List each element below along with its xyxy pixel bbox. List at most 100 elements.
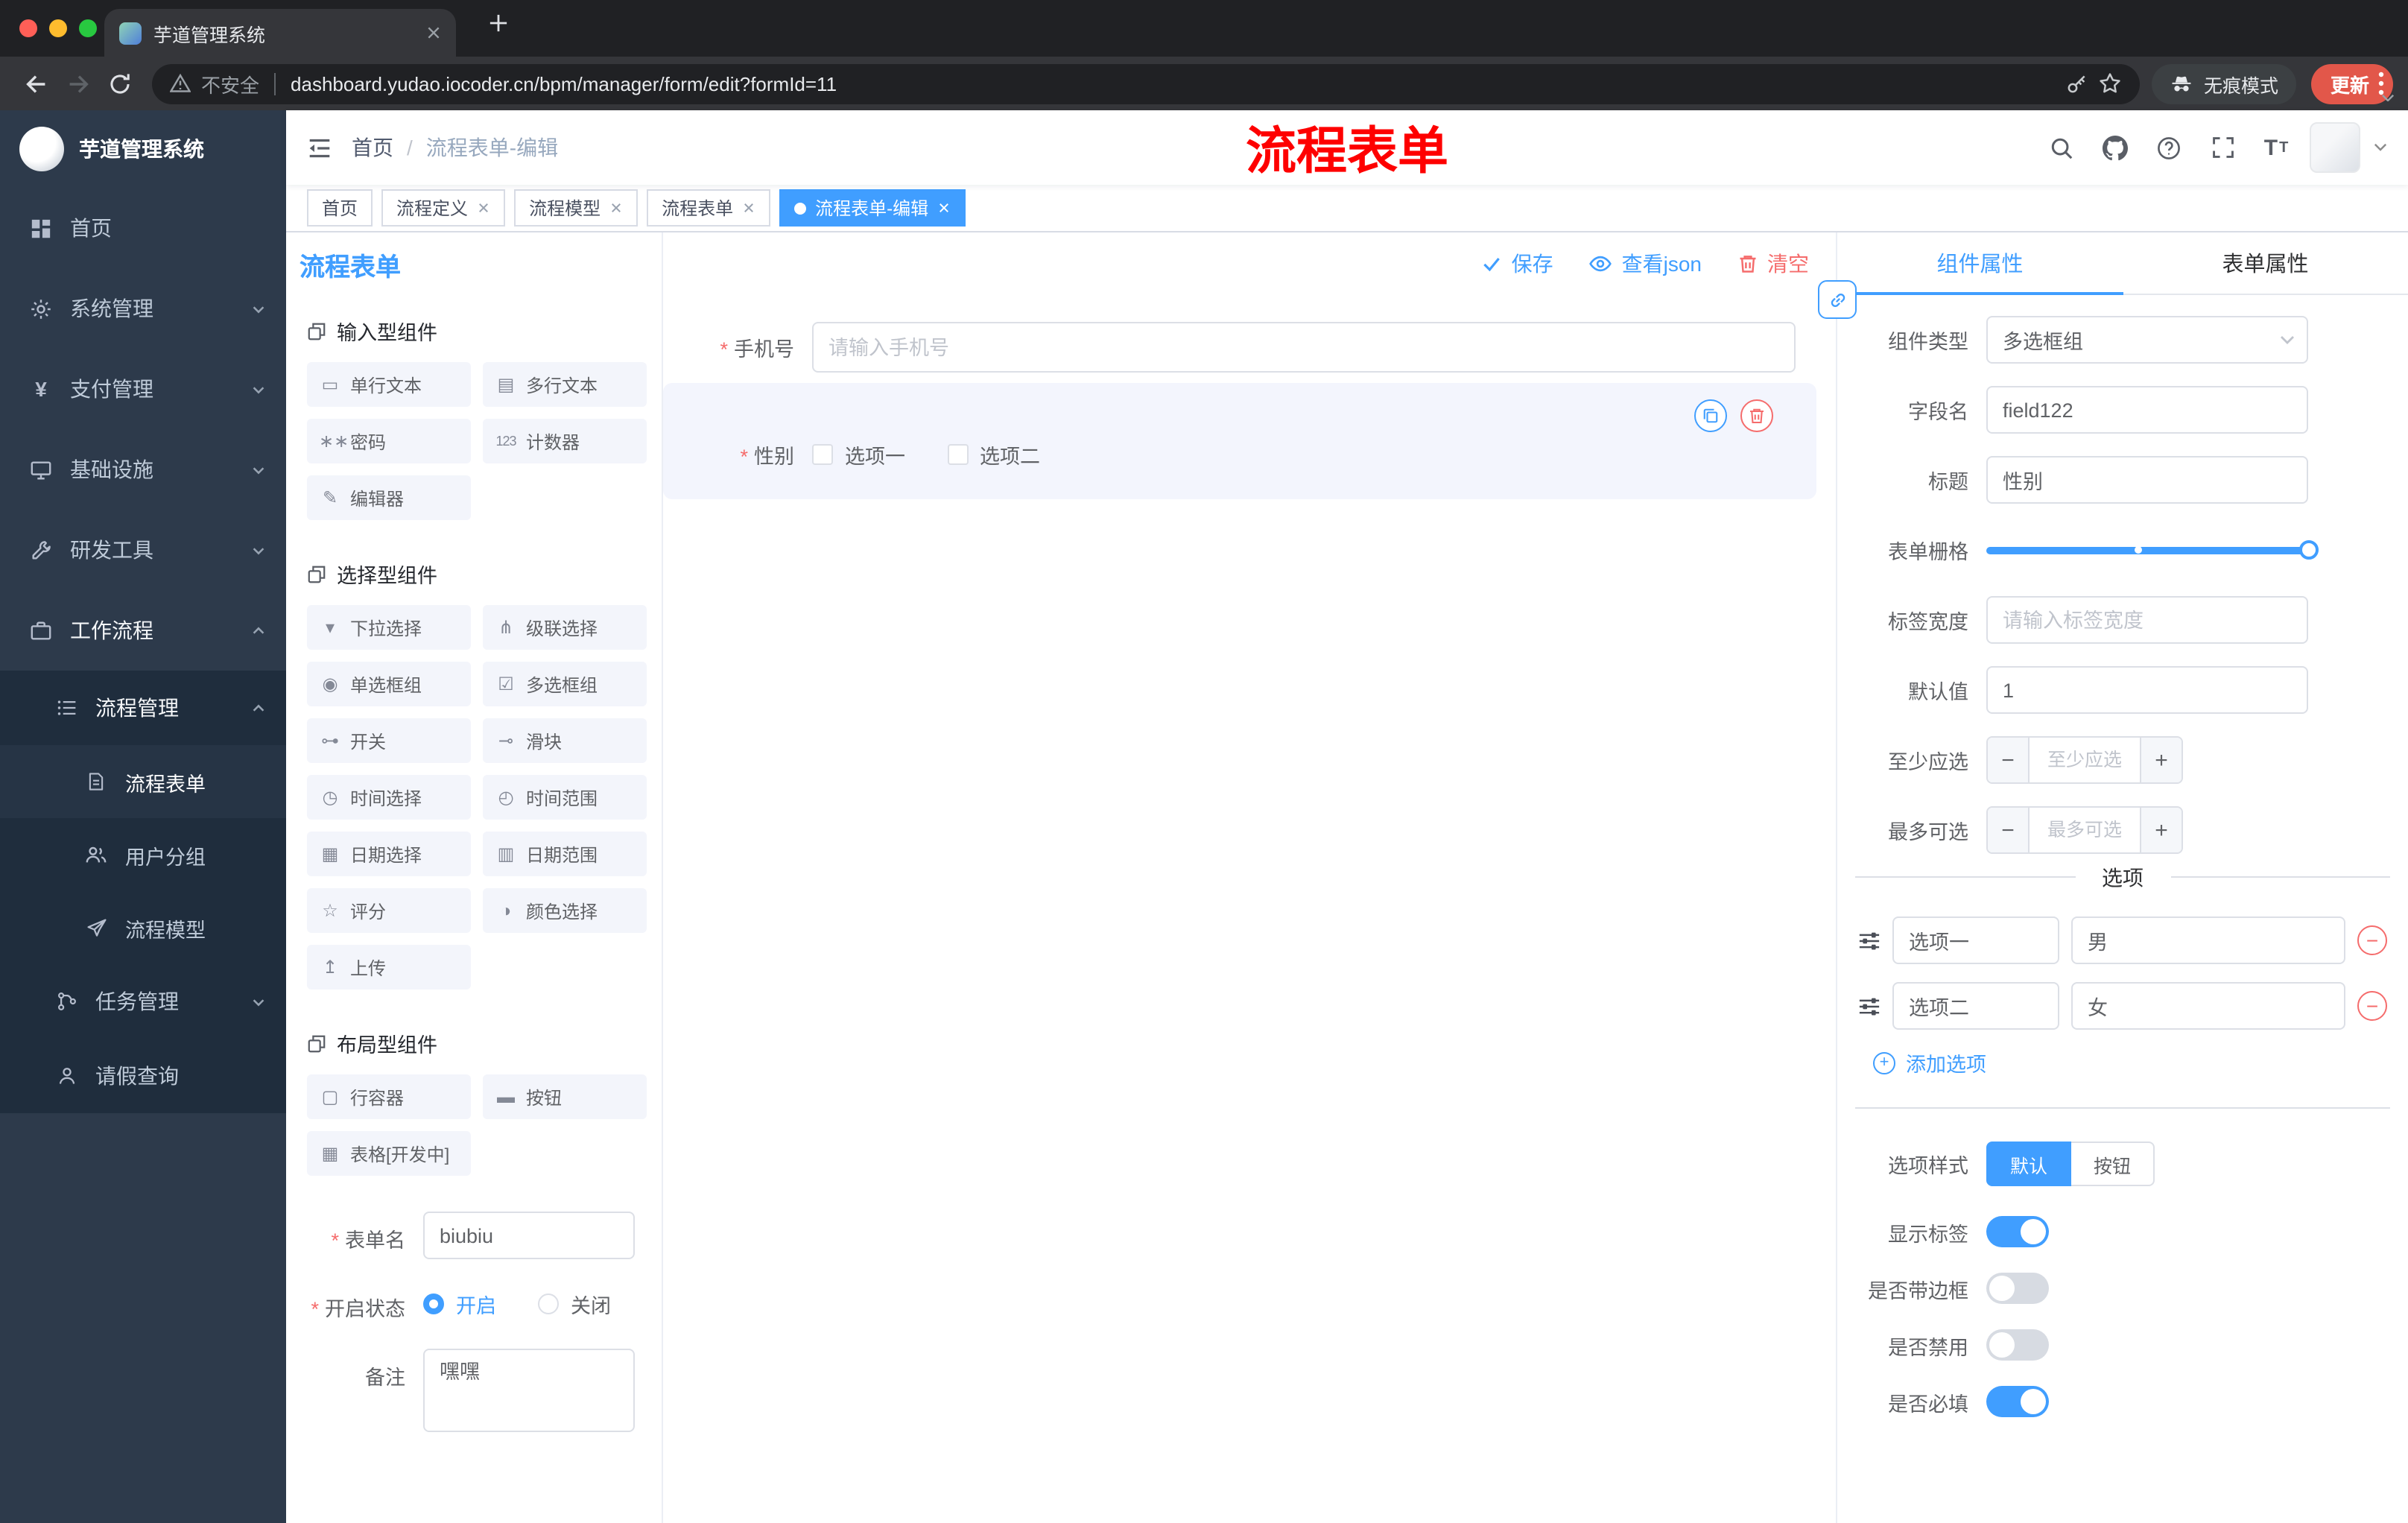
style-default-button[interactable]: 默认 — [1986, 1142, 2072, 1186]
palette-item-radio-group[interactable]: ◉ 单选框组 — [307, 662, 471, 706]
search-icon[interactable] — [2041, 127, 2082, 168]
sidebar-item-task-management[interactable]: 任务管理 — [0, 964, 286, 1039]
palette-item-multi-line-text[interactable]: ▤ 多行文本 — [483, 362, 647, 407]
show-label-switch[interactable] — [1986, 1216, 2049, 1247]
copy-field-button[interactable] — [1694, 399, 1727, 432]
app-logo[interactable]: 芋道管理系统 — [0, 110, 286, 188]
tag-process-definition[interactable]: 流程定义 — [381, 189, 506, 227]
font-size-icon[interactable]: TT — [2256, 127, 2296, 168]
link-icon-button[interactable] — [1818, 280, 1857, 319]
decrease-button[interactable]: − — [1988, 738, 2030, 782]
canvas-field-gender[interactable]: 性别 选项一 选项二 — [663, 383, 1816, 499]
palette-item-editor[interactable]: ✎ 编辑器 — [307, 475, 471, 520]
palette-item-row-container[interactable]: ▢ 行容器 — [307, 1074, 471, 1119]
required-switch[interactable] — [1986, 1386, 2049, 1417]
palette-item-date-range[interactable]: ▥ 日期范围 — [483, 832, 647, 876]
label-width-input[interactable] — [1986, 596, 2308, 644]
view-json-button[interactable]: 查看json — [1589, 249, 1702, 279]
tag-close-icon[interactable] — [937, 201, 951, 215]
palette-item-color-picker[interactable]: ◑ 颜色选择 — [483, 888, 647, 933]
browser-tab[interactable]: 芋道管理系统 — [104, 9, 456, 57]
remove-option-button[interactable]: − — [2357, 991, 2387, 1021]
sidebar-toggle[interactable] — [286, 110, 352, 185]
form-canvas[interactable]: 手机号 性别 选项一 选项二 — [663, 295, 1836, 1523]
password-key-icon[interactable] — [2065, 72, 2088, 95]
remove-option-button[interactable]: − — [2357, 925, 2387, 955]
palette-item-slider[interactable]: ⊸ 滑块 — [483, 718, 647, 763]
new-tab-button[interactable] — [477, 1, 519, 43]
max-select-input[interactable] — [2030, 808, 2140, 852]
palette-item-counter[interactable]: 123 计数器 — [483, 419, 647, 463]
decrease-button[interactable]: − — [1988, 808, 2030, 852]
slider-handle[interactable] — [2299, 540, 2319, 560]
palette-item-checkbox-group[interactable]: ☑ 多选框组 — [483, 662, 647, 706]
status-off-radio[interactable]: 关闭 — [538, 1289, 611, 1319]
toolbar-chevron-icon[interactable] — [2381, 94, 2395, 102]
increase-button[interactable]: + — [2140, 808, 2182, 852]
add-option-button[interactable]: + 添加选项 — [1873, 1048, 2408, 1077]
palette-item-time-picker[interactable]: ◷ 时间选择 — [307, 775, 471, 820]
clear-button[interactable]: 清空 — [1737, 249, 1809, 279]
sidebar-item-process-model[interactable]: 流程模型 — [0, 891, 286, 964]
component-type-select[interactable] — [1986, 316, 2308, 364]
tag-process-form[interactable]: 流程表单 — [647, 189, 771, 227]
option-value-input[interactable] — [2071, 982, 2345, 1030]
github-icon[interactable] — [2095, 127, 2135, 168]
sidebar-item-process-form[interactable]: 流程表单 — [0, 745, 286, 818]
increase-button[interactable]: + — [2140, 738, 2182, 782]
palette-item-select[interactable]: ▾ 下拉选择 — [307, 605, 471, 650]
canvas-field-phone[interactable]: 手机号 — [663, 322, 1816, 373]
drag-handle-icon[interactable] — [1858, 929, 1881, 952]
sidebar-item-infrastructure[interactable]: 基础设施 — [0, 429, 286, 510]
avatar-caret-icon[interactable] — [2374, 144, 2387, 152]
palette-item-time-range[interactable]: ◴ 时间范围 — [483, 775, 647, 820]
form-name-input[interactable] — [423, 1212, 635, 1259]
palette-item-single-line-text[interactable]: ▭ 单行文本 — [307, 362, 471, 407]
reload-button[interactable] — [98, 63, 140, 104]
option-name-input[interactable] — [1892, 982, 2059, 1030]
tag-process-model[interactable]: 流程模型 — [514, 189, 639, 227]
tag-close-icon[interactable] — [609, 201, 623, 215]
drag-handle-icon[interactable] — [1858, 995, 1881, 1017]
min-select-input[interactable] — [2030, 738, 2140, 782]
tab-component-props[interactable]: 组件属性 — [1837, 232, 2123, 295]
tag-close-icon[interactable] — [477, 201, 490, 215]
forward-button[interactable] — [57, 63, 98, 104]
grid-slider[interactable] — [1986, 526, 2319, 574]
palette-item-date-picker[interactable]: ▦ 日期选择 — [307, 832, 471, 876]
remark-textarea[interactable]: 嘿嘿 — [423, 1349, 635, 1432]
fullscreen-icon[interactable] — [2202, 127, 2243, 168]
disabled-switch[interactable] — [1986, 1329, 2049, 1361]
sidebar-item-leave-query[interactable]: 请假查询 — [0, 1039, 286, 1113]
minimize-window-button[interactable] — [49, 19, 67, 37]
browser-menu-icon[interactable] — [2378, 72, 2384, 95]
bookmark-star-icon[interactable] — [2098, 72, 2122, 95]
sidebar-item-workflow[interactable]: 工作流程 — [0, 590, 286, 671]
palette-item-cascader[interactable]: ⋔ 级联选择 — [483, 605, 647, 650]
option-value-input[interactable] — [2071, 916, 2345, 964]
palette-item-password[interactable]: ∗∗ 密码 — [307, 419, 471, 463]
palette-item-rate[interactable]: ☆ 评分 — [307, 888, 471, 933]
sidebar-item-system[interactable]: 系统管理 — [0, 268, 286, 349]
sidebar-item-process-management[interactable]: 流程管理 — [0, 671, 286, 745]
default-value-input[interactable] — [1986, 666, 2308, 714]
palette-item-button[interactable]: ▬ 按钮 — [483, 1074, 647, 1119]
tag-process-form-edit[interactable]: 流程表单-编辑 — [779, 189, 966, 227]
with-border-switch[interactable] — [1986, 1273, 2049, 1304]
tag-home[interactable]: 首页 — [307, 189, 373, 227]
status-on-radio[interactable]: 开启 — [423, 1289, 496, 1319]
slider-track[interactable] — [1986, 540, 2319, 560]
sidebar-item-user-groups[interactable]: 用户分组 — [0, 818, 286, 891]
option-name-input[interactable] — [1892, 916, 2059, 964]
style-button-button[interactable]: 按钮 — [2071, 1142, 2155, 1186]
tag-close-icon[interactable] — [742, 201, 755, 215]
sidebar-item-payment[interactable]: ¥ 支付管理 — [0, 349, 286, 429]
palette-item-switch[interactable]: ⊶ 开关 — [307, 718, 471, 763]
maximize-window-button[interactable] — [79, 19, 97, 37]
avatar[interactable] — [2310, 122, 2360, 173]
phone-input[interactable] — [812, 322, 1796, 373]
help-icon[interactable] — [2149, 127, 2189, 168]
palette-item-table[interactable]: ▦ 表格[开发中] — [307, 1131, 471, 1176]
sidebar-item-devtools[interactable]: 研发工具 — [0, 510, 286, 590]
security-warning-icon[interactable] — [170, 73, 191, 94]
